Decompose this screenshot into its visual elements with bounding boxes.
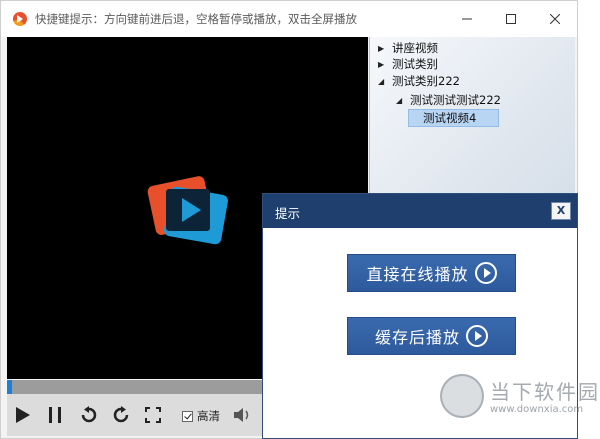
playlist-item[interactable]: ▶ 测试类别 <box>378 56 438 72</box>
playlist-item-selected[interactable]: 测试视频4 <box>408 109 500 127</box>
playlist-item-label: 测试测试测试222 <box>410 93 501 107</box>
title-bar[interactable]: 快捷键提示：方向键前进后退，空格暂停或播放，双击全屏播放 <box>1 1 577 37</box>
playlist-item[interactable]: ◢ 测试测试测试222 <box>396 92 501 108</box>
playlist-item-label: 讲座视频 <box>392 41 438 55</box>
watermark-text: 当下软件园 <box>490 380 600 404</box>
progress-bar[interactable] <box>7 380 265 394</box>
hd-checkbox[interactable] <box>182 410 193 422</box>
maximize-button[interactable] <box>489 1 533 37</box>
dialog-title: 提示 <box>275 206 301 221</box>
minimize-button[interactable] <box>445 1 489 37</box>
play-online-button[interactable]: 直接在线播放 <box>347 254 516 292</box>
hd-toggle[interactable]: 高清 <box>182 408 220 424</box>
pause-button[interactable] <box>45 405 65 425</box>
collapsed-arrow-icon: ▶ <box>378 43 385 53</box>
forward-icon <box>113 406 129 423</box>
watermark-url: www.downxia.com <box>490 404 584 415</box>
playlist-item-label: 测试视频4 <box>423 111 477 125</box>
watermark: 当下软件园 www.downxia.com <box>440 372 600 436</box>
volume-icon <box>234 408 249 422</box>
video-logo-icon <box>147 176 228 245</box>
expanded-arrow-icon: ◢ <box>396 95 403 105</box>
forward-button[interactable] <box>111 405 131 425</box>
dialog-close-button[interactable]: X <box>551 202 571 220</box>
window-controls <box>445 1 577 37</box>
volume-button[interactable] <box>233 405 253 425</box>
rewind-icon <box>81 406 97 423</box>
playlist-item-label: 测试类别222 <box>392 74 460 88</box>
playlist-item-label: 测试类别 <box>392 57 438 71</box>
close-icon <box>550 14 560 24</box>
collapsed-arrow-icon: ▶ <box>378 59 385 69</box>
fullscreen-icon <box>145 407 161 423</box>
hd-label: 高清 <box>197 409 220 423</box>
expanded-arrow-icon: ◢ <box>378 76 385 86</box>
control-bar: 高清 <box>7 394 265 436</box>
minimize-icon <box>462 18 472 20</box>
play-cached-button[interactable]: 缓存后播放 <box>347 317 516 355</box>
progress-fill <box>7 380 13 394</box>
close-button[interactable] <box>533 1 577 37</box>
window-title: 快捷键提示：方向键前进后退，空格暂停或播放，双击全屏播放 <box>35 12 357 26</box>
fullscreen-button[interactable] <box>143 405 163 425</box>
playlist-item[interactable]: ▶ 讲座视频 <box>378 40 438 56</box>
play-online-label: 直接在线播放 <box>366 265 469 284</box>
playlist-item[interactable]: ◢ 测试类别222 <box>378 73 460 89</box>
play-circle-icon <box>466 325 488 347</box>
play-icon <box>16 407 30 423</box>
play-button[interactable] <box>13 405 33 425</box>
maximize-icon <box>506 14 516 24</box>
play-cached-label: 缓存后播放 <box>374 328 460 347</box>
player-app-icon <box>13 12 27 26</box>
pause-icon <box>49 407 61 423</box>
dialog-header[interactable]: 提示 X <box>263 194 577 228</box>
rewind-button[interactable] <box>79 405 99 425</box>
play-circle-icon <box>474 262 497 284</box>
watermark-logo-icon <box>440 374 484 418</box>
